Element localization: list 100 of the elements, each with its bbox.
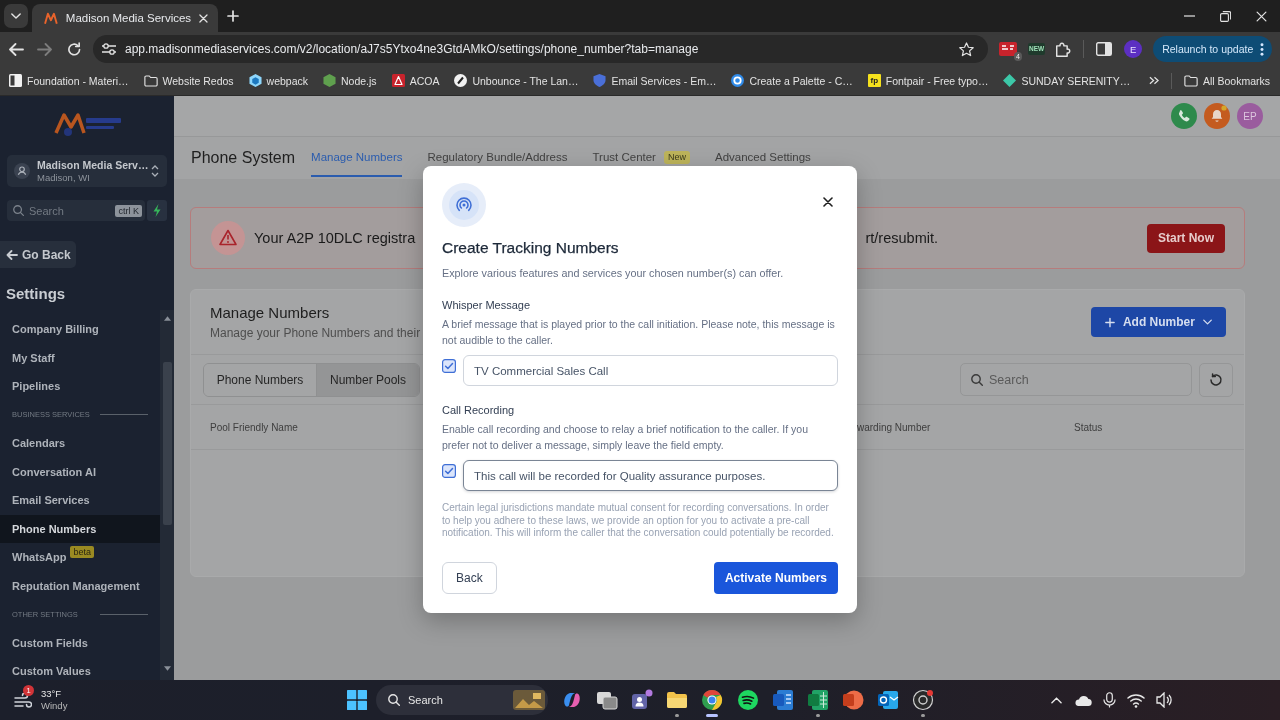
tab[interactable]: Regulatory Bundle/Address [427, 137, 568, 164]
double-chevron-icon[interactable] [1148, 76, 1159, 85]
record-icon[interactable] [912, 689, 935, 711]
people-icon[interactable] [630, 689, 653, 711]
sidebar-item[interactable]: Calendars [0, 429, 160, 458]
hexagon-icon [323, 74, 336, 87]
refresh-button[interactable] [1199, 362, 1233, 397]
document-icon[interactable] [771, 689, 794, 711]
shortcut-hint: ctrl K [115, 204, 142, 217]
forward-arrow-icon[interactable] [37, 42, 52, 56]
profile-avatar[interactable]: E [1124, 40, 1143, 58]
all-bookmarks-button[interactable]: All Bookmarks [1183, 74, 1270, 87]
sidebar-item[interactable]: Custom Fields [0, 628, 160, 657]
sidebar-item[interactable]: Pipelines [0, 372, 160, 401]
checkbox[interactable] [442, 359, 456, 373]
add-number-button[interactable]: Add Number [1091, 307, 1226, 337]
address-bar[interactable]: app.madisonmediaservices.com/v2/location/aJ7s5Ytxo4ne3GtdAMkO/settings/phone_number?tab=manage [93, 35, 988, 63]
square-icon [9, 74, 22, 87]
sidebar-item[interactable]: Company Billing [0, 315, 160, 344]
side-panel-icon[interactable] [1096, 42, 1113, 56]
alert-text: Your A2P 10DLC registra [254, 230, 416, 246]
bell-icon[interactable] [1204, 103, 1230, 129]
checkbox[interactable] [442, 464, 456, 478]
puzzle-icon[interactable] [1056, 41, 1072, 57]
bookmark[interactable]: ACOA [391, 74, 440, 87]
temperature: 33°F [41, 688, 63, 700]
activate-button[interactable]: Activate Numbers [713, 562, 838, 594]
relaunch-button[interactable]: Relaunch to update [1153, 36, 1273, 62]
wifi-icon[interactable] [1127, 692, 1145, 708]
reload-icon[interactable] [67, 42, 81, 56]
speaker-icon[interactable] [1156, 692, 1172, 708]
task-view-icon[interactable] [595, 689, 618, 711]
mail-icon[interactable] [877, 689, 900, 711]
tab[interactable]: Trust Center New [592, 137, 690, 164]
logo-icon [44, 11, 58, 25]
field-label: Whisper Message [442, 298, 532, 313]
sidebar-item[interactable]: Conversation AI [0, 457, 160, 486]
text-field[interactable]: TV Commercial Sales Call [463, 355, 838, 386]
text-field[interactable]: This call will be recorded for Quality assurance purposes. [463, 460, 838, 491]
presentation-icon[interactable] [842, 689, 865, 711]
triangle-up-icon[interactable] [163, 316, 171, 321]
sidebar-item[interactable]: Reputation Management [0, 571, 160, 600]
signal-icon [442, 183, 486, 227]
weather-condition: Windy [41, 700, 68, 712]
chevron-up-icon[interactable] [1051, 696, 1062, 704]
image-icon [513, 690, 545, 710]
star-icon[interactable] [959, 41, 974, 57]
phone-icon[interactable] [1171, 103, 1197, 129]
scrollbar[interactable] [160, 310, 174, 680]
close-icon[interactable] [823, 197, 833, 207]
search-field[interactable]: Search [376, 685, 548, 715]
site-logo: fp [867, 74, 881, 87]
sidebar-item[interactable]: My Staff [0, 343, 160, 372]
start-now-button[interactable]: Start Now [1147, 223, 1225, 253]
kebab-menu-icon[interactable] [1260, 42, 1265, 56]
bookmark[interactable]: Unbounce - The Lan… [454, 74, 579, 87]
search-field[interactable]: Search ctrl K [7, 200, 145, 221]
sidebar-item[interactable]: WhatsApp beta [0, 543, 160, 572]
dialog-title: Create Tracking Numbers [442, 239, 620, 257]
search-input[interactable]: Search [408, 685, 505, 715]
tab[interactable]: Advanced Settings [714, 137, 811, 164]
bookmark[interactable]: SUNDAY SERENITY… [1003, 74, 1131, 87]
back-arrow-icon[interactable] [9, 42, 24, 56]
plus-icon[interactable] [227, 10, 239, 22]
wind-icon[interactable] [14, 692, 32, 708]
sidebar-item[interactable]: Email Services [0, 486, 160, 515]
triangle-down-icon[interactable] [163, 666, 171, 671]
cloud-icon[interactable] [1073, 693, 1092, 707]
sidebar-item[interactable]: Custom Values [0, 657, 160, 680]
tab[interactable]: Number Pools [316, 363, 419, 396]
bookmark[interactable]: Email Services - Em… [593, 74, 717, 87]
sound-waves-icon[interactable] [736, 689, 759, 711]
browser-icon[interactable] [701, 689, 724, 711]
start-icon[interactable] [347, 690, 367, 710]
tab-search-button[interactable] [4, 4, 28, 28]
spreadsheet-icon[interactable] [806, 689, 829, 711]
bookmark[interactable]: Foundation - Materi… [9, 74, 129, 87]
back-button[interactable]: Go Back [0, 241, 76, 268]
column-header: Status [1074, 421, 1103, 433]
account-switcher[interactable]: Madison Media Serv… Madison, WI [7, 155, 167, 187]
bookmark[interactable]: webpack [248, 74, 308, 87]
folder-icon[interactable] [666, 689, 689, 711]
bookmark[interactable]: fp Fontpair - Free typo… [867, 74, 989, 87]
microphone-icon[interactable] [1103, 692, 1116, 708]
tune-icon[interactable] [102, 43, 116, 55]
restore-icon[interactable] [1220, 10, 1231, 22]
folder-icon [1183, 74, 1198, 87]
search-input[interactable]: Search [29, 200, 111, 221]
sidebar-item[interactable]: Phone Numbers [0, 514, 160, 543]
bookmark[interactable]: Website Redos [143, 74, 234, 87]
bookmark[interactable]: Create a Palette - C… [731, 74, 853, 87]
browser-tab[interactable]: Madison Media Services [32, 4, 218, 32]
card-title: Manage Numbers [210, 304, 330, 321]
back-button[interactable]: Back [442, 562, 497, 594]
bookmark[interactable]: Node.js [323, 74, 377, 87]
search-input[interactable]: Search [989, 364, 1181, 395]
search-field[interactable]: Search [960, 363, 1192, 396]
lightning-icon[interactable] [147, 200, 167, 221]
field-description: A brief message that is played prior to the call initiation. Please note, this message is not audible to the caller. [442, 317, 836, 348]
extension-icon[interactable] [999, 42, 1017, 56]
